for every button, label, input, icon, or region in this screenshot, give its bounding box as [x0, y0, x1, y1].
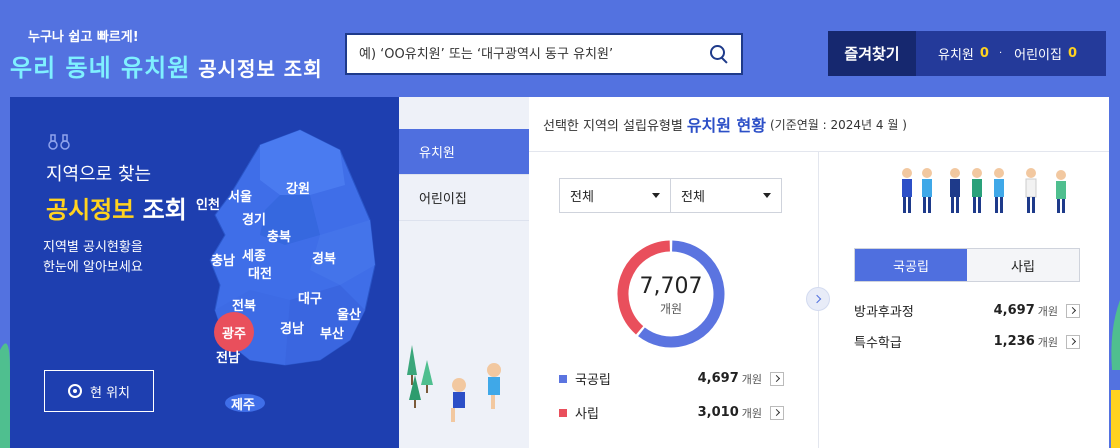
favorites-daycare-count: 0: [1067, 46, 1078, 61]
status-heading-date: (기준연월 : 2024년 4 월 ): [770, 117, 907, 132]
region-jeonnam[interactable]: 전남: [216, 347, 240, 366]
map-heading-2: 공시정보 조회: [46, 190, 187, 225]
tab-daycare[interactable]: 어린이집: [399, 175, 529, 221]
favorites-kindergarten-count: 0: [979, 46, 989, 61]
establishment-tabs: 국공립 사립: [854, 248, 1080, 282]
region-jeju[interactable]: 제주: [231, 394, 255, 413]
tab-private[interactable]: 사립: [967, 249, 1079, 281]
legend-public-unit: 개원: [741, 372, 762, 386]
row-special-class-label: 특수학급: [854, 336, 902, 351]
region-map-panel: 지역으로 찾는 공시정보 조회 지역별 공시현황을 한눈에 알아보세요 현 위치…: [10, 97, 399, 448]
status-heading: 선택한 지역의 설립유형별 유치원 현황 (기준연월 : 2024년 4 월 ): [529, 97, 1109, 152]
region-daejeon[interactable]: 대전: [248, 263, 272, 282]
brand-title[interactable]: 우리 동네 유치원 공시정보 조회: [10, 48, 323, 83]
filter-selects: 전체 전체: [559, 178, 782, 213]
region-seoul[interactable]: 서울: [228, 186, 252, 205]
legend-private-value: 3,010: [697, 405, 739, 420]
left-decoration: [0, 343, 10, 448]
legend-private-unit: 개원: [741, 406, 762, 420]
favorites-separator: ·: [998, 48, 1003, 59]
legend-public-value: 4,697: [697, 371, 739, 386]
row-afterschool: 방과후과정 4,697 개원: [854, 301, 1080, 320]
binoculars-icon: [48, 134, 70, 150]
row-special-class-arrow-icon[interactable]: [1066, 334, 1080, 349]
legend-private-label: 사립: [575, 407, 599, 422]
brand-title-part1: 우리 동네: [10, 54, 122, 82]
row-special-class: 특수학급 1,236 개원: [854, 332, 1080, 351]
right-decoration: [1111, 300, 1120, 448]
tab-public[interactable]: 국공립: [855, 249, 967, 281]
search-icon[interactable]: [709, 44, 729, 64]
legend-public-arrow-icon[interactable]: [770, 371, 784, 386]
map-desc-line2: 한눈에 알아보세요: [43, 260, 143, 275]
legend-private-arrow-icon[interactable]: [770, 405, 784, 420]
status-heading-highlight: 유치원 현황: [686, 116, 766, 135]
row-afterschool-arrow-icon[interactable]: [1066, 303, 1080, 318]
current-location-label: 현 위치: [89, 385, 130, 401]
people-illustration: [902, 168, 1066, 213]
region-gyeonggi[interactable]: 경기: [242, 209, 266, 228]
region-daegu[interactable]: 대구: [298, 288, 322, 307]
row-special-class-unit: 개원: [1037, 335, 1058, 349]
location-target-icon: [67, 384, 82, 398]
legend-public-label: 국공립: [575, 373, 611, 388]
favorites-button[interactable]: 즐겨찾기: [828, 31, 916, 76]
legend-private-swatch: [559, 408, 567, 417]
map-description: 지역별 공시현황을 한눈에 알아보세요: [43, 238, 143, 278]
favorites-kindergarten[interactable]: 유치원 0: [938, 44, 989, 63]
search-box: [345, 33, 743, 75]
map-heading-rest: 조회: [134, 196, 187, 224]
region-gangwon[interactable]: 강원: [286, 178, 310, 197]
row-afterschool-unit: 개원: [1037, 304, 1058, 318]
row-afterschool-value: 4,697: [993, 303, 1035, 318]
region-busan[interactable]: 부산: [320, 323, 344, 342]
filter-select-1-value: 전체: [570, 190, 594, 205]
status-panel: 선택한 지역의 설립유형별 유치원 현황 (기준연월 : 2024년 4 월 )…: [529, 97, 1109, 448]
region-gyeongnam[interactable]: 경남: [280, 318, 304, 337]
favorites-bar: 즐겨찾기 유치원 0 · 어린이집 0: [828, 31, 1106, 76]
filter-select-2[interactable]: 전체: [670, 179, 781, 212]
region-chungnam[interactable]: 충남: [211, 250, 235, 269]
kids-illustration: [399, 330, 529, 448]
region-gwangju[interactable]: 광주: [214, 312, 254, 352]
caret-down-icon: [763, 193, 771, 198]
tab-kindergarten[interactable]: 유치원: [399, 129, 529, 175]
brand-tagline: 누구나 쉽고 빠르게!: [28, 30, 139, 45]
favorites-daycare-label: 어린이집: [1014, 48, 1062, 63]
map-heading-highlight: 공시정보: [46, 196, 135, 224]
donut-total-unit: 개원: [659, 302, 683, 316]
brand-title-part2: 공시정보 조회: [190, 57, 323, 81]
region-gyeongbuk[interactable]: 경북: [312, 248, 336, 267]
brand-title-highlight: 유치원: [121, 54, 191, 82]
caret-down-icon: [652, 193, 660, 198]
korea-map: [209, 129, 376, 412]
row-special-class-value: 1,236: [993, 334, 1035, 349]
legend-private: 사립 3,010 개원: [559, 403, 784, 422]
donut-total: 7,707: [639, 274, 703, 299]
legend-public-swatch: [559, 374, 567, 383]
next-arrow-icon[interactable]: [806, 287, 830, 311]
region-sejong[interactable]: 세종: [242, 245, 266, 264]
filter-select-1[interactable]: 전체: [560, 179, 670, 212]
filter-select-2-value: 전체: [681, 190, 705, 205]
current-location-button[interactable]: 현 위치: [44, 370, 154, 412]
row-afterschool-label: 방과후과정: [854, 305, 914, 320]
favorites-kindergarten-label: 유치원: [938, 48, 974, 63]
legend-public: 국공립 4,697 개원: [559, 369, 784, 388]
region-incheon[interactable]: 인천: [196, 194, 220, 213]
region-ulsan[interactable]: 울산: [337, 304, 361, 323]
status-heading-prefix: 선택한 지역의 설립유형별: [543, 118, 683, 134]
search-input[interactable]: [359, 46, 709, 62]
map-desc-line1: 지역별 공시현황을: [43, 240, 143, 255]
map-heading: 지역으로 찾는: [46, 164, 152, 185]
favorites-daycare[interactable]: 어린이집 0: [1014, 44, 1077, 63]
region-chungbuk[interactable]: 충북: [267, 226, 291, 245]
